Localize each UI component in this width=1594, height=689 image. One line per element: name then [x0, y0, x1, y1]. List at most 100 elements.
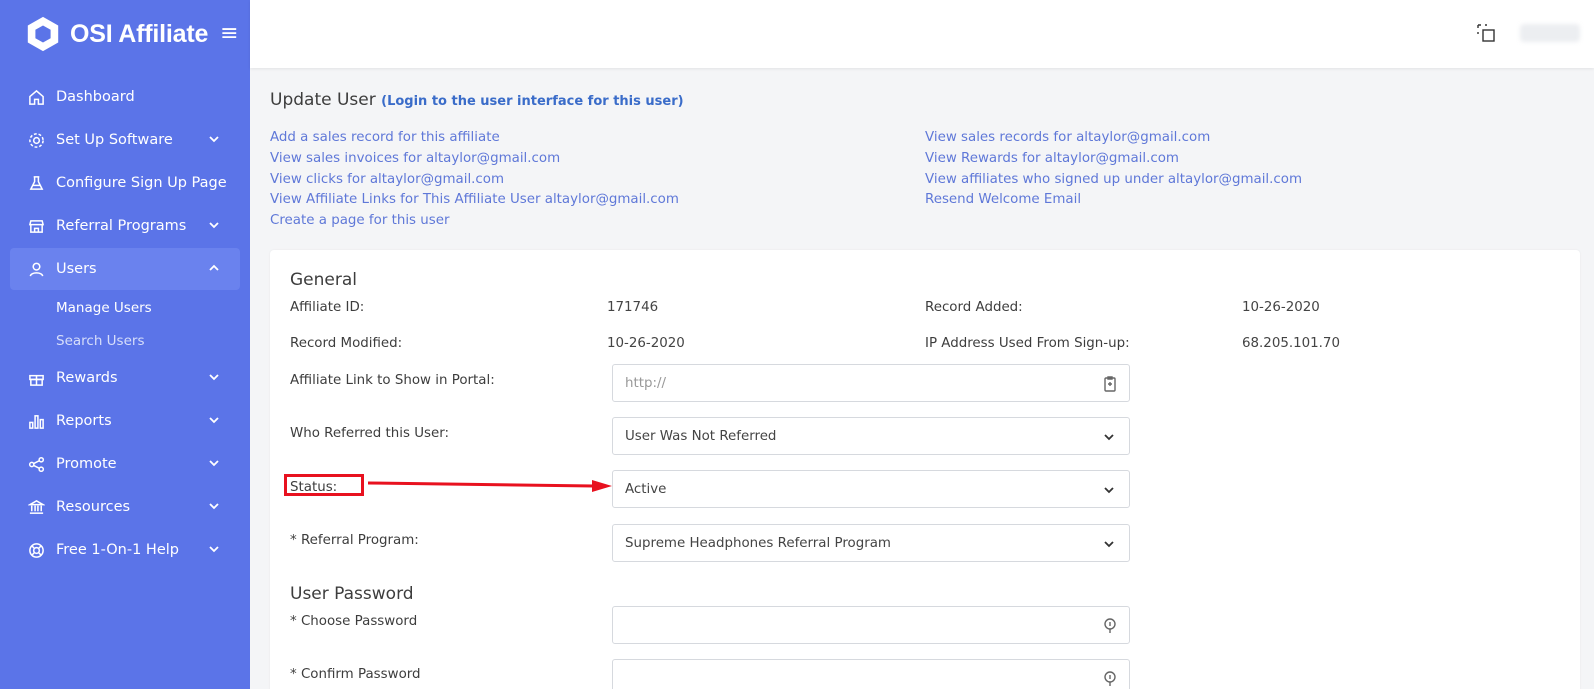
hamburger-menu-icon[interactable]: ≡: [220, 23, 238, 45]
status-highlight-box: [284, 474, 364, 496]
affiliate-link-label: Affiliate Link to Show in Portal:: [290, 373, 495, 388]
sidebar-subitem-label: Search Users: [56, 332, 145, 349]
share-icon: [27, 455, 45, 473]
view-sales-records-link[interactable]: View sales records for altaylor@gmail.co…: [925, 128, 1580, 149]
referral-program-select[interactable]: Supreme Headphones Referral Program: [612, 524, 1130, 562]
chevron-down-icon: [1103, 538, 1115, 550]
page-title-text: Update User: [270, 90, 376, 110]
referral-program-label: * Referral Program:: [290, 533, 419, 548]
home-icon: [27, 88, 45, 106]
user-icon: [27, 260, 45, 278]
choose-password-label: * Choose Password: [290, 614, 418, 629]
chevron-up-icon: [208, 262, 220, 274]
sidebar-item-label: Promote: [56, 456, 117, 472]
chevron-down-icon: [208, 543, 220, 555]
main-content: Update User (Login to the user interface…: [270, 68, 1580, 689]
ip-address-value: 68.205.101.70: [1242, 336, 1340, 351]
logo-icon: [27, 16, 59, 52]
sidebar-item-label: Resources: [56, 499, 131, 515]
resend-welcome-email-link[interactable]: Resend Welcome Email: [925, 190, 1580, 211]
choose-password-input[interactable]: [612, 606, 1130, 644]
record-modified-label: Record Modified:: [290, 336, 403, 351]
flask-icon: [27, 174, 45, 192]
login-as-user-link[interactable]: (Login to the user interface for this us…: [381, 94, 683, 109]
chevron-down-icon: [208, 457, 220, 469]
chevron-down-icon: [1103, 431, 1115, 443]
sidebar-item-promote[interactable]: Promote: [10, 443, 240, 485]
referred-by-value: User Was Not Referred: [625, 428, 777, 444]
sidebar-item-label: Dashboard: [56, 89, 135, 105]
sidebar-subitem-label: Manage Users: [56, 299, 152, 316]
record-modified-value: 10-26-2020: [607, 336, 685, 351]
user-avatar[interactable]: [1520, 24, 1580, 42]
fullscreen-icon[interactable]: [1476, 23, 1496, 43]
chevron-down-icon: [208, 371, 220, 383]
gift-icon: [27, 369, 45, 387]
add-sales-record-link[interactable]: Add a sales record for this affiliate: [270, 128, 925, 149]
record-added-value: 10-26-2020: [1242, 300, 1320, 315]
view-affiliate-links-link[interactable]: View Affiliate Links for This Affiliate …: [270, 190, 925, 211]
store-icon: [27, 217, 45, 235]
clipboard-icon: [1103, 376, 1117, 392]
password-key-icon: [1103, 618, 1117, 634]
bank-icon: [27, 498, 45, 516]
sidebar-item-rewards[interactable]: Rewards: [10, 357, 240, 399]
referral-program-value: Supreme Headphones Referral Program: [625, 535, 891, 551]
sidebar-item-label: Rewards: [56, 370, 118, 386]
referred-by-select[interactable]: User Was Not Referred: [612, 417, 1130, 455]
sidebar-item-label: Reports: [56, 413, 112, 429]
sidebar-item-dashboard[interactable]: Dashboard: [10, 76, 240, 118]
sidebar-item-configure-sign-up-page[interactable]: Configure Sign Up Page: [10, 162, 240, 204]
action-links: Add a sales record for this affiliate Vi…: [270, 128, 1580, 232]
sidebar-item-free-help[interactable]: Free 1-On-1 Help: [10, 529, 240, 571]
sidebar-subitem-search-users[interactable]: Search Users: [0, 324, 250, 357]
sidebar-item-users[interactable]: Users: [10, 248, 240, 290]
view-sales-invoices-link[interactable]: View sales invoices for altaylor@gmail.c…: [270, 149, 925, 170]
status-select[interactable]: Active: [612, 470, 1130, 508]
top-header: [250, 0, 1594, 68]
lifebuoy-icon: [27, 541, 45, 559]
sidebar-item-label: Referral Programs: [56, 218, 187, 234]
sidebar-item-referral-programs[interactable]: Referral Programs: [10, 205, 240, 247]
brand-name: OSI Affiliate: [70, 19, 209, 48]
affiliate-link-placeholder: http://: [625, 375, 667, 391]
sidebar-item-label: Free 1-On-1 Help: [56, 542, 179, 558]
bar-chart-icon: [27, 412, 45, 430]
sidebar-item-label: Configure Sign Up Page: [56, 175, 227, 191]
sidebar-item-resources[interactable]: Resources: [10, 486, 240, 528]
gear-icon: [27, 131, 45, 149]
sidebar-item-reports[interactable]: Reports: [10, 400, 240, 442]
affiliate-link-input[interactable]: http://: [612, 364, 1130, 402]
chevron-down-icon: [208, 500, 220, 512]
general-section-title: General: [290, 270, 357, 290]
chevron-down-icon: [208, 219, 220, 231]
brand: OSI Affiliate ≡: [0, 0, 250, 68]
chevron-down-icon: [208, 133, 220, 145]
sidebar-nav: Dashboard Set Up Software Configure Sign…: [0, 76, 250, 571]
sidebar: OSI Affiliate ≡ Dashboard Set Up Softwar…: [0, 0, 250, 689]
confirm-password-input[interactable]: [612, 659, 1130, 689]
sidebar-item-label: Set Up Software: [56, 132, 173, 148]
page-title: Update User (Login to the user interface…: [270, 90, 1580, 110]
action-links-right: View sales records for altaylor@gmail.co…: [925, 128, 1580, 232]
chevron-down-icon: [208, 414, 220, 426]
user-password-section-title: User Password: [290, 584, 414, 604]
sidebar-item-label: Users: [56, 261, 97, 277]
view-clicks-link[interactable]: View clicks for altaylor@gmail.com: [270, 170, 925, 191]
sidebar-subitem-manage-users[interactable]: Manage Users: [0, 291, 250, 324]
status-value: Active: [625, 481, 667, 497]
ip-address-label: IP Address Used From Sign-up:: [925, 336, 1130, 351]
create-page-link[interactable]: Create a page for this user: [270, 211, 925, 232]
referred-by-label: Who Referred this User:: [290, 426, 450, 441]
annotation-arrow-icon: [368, 480, 612, 492]
confirm-password-label: * Confirm Password: [290, 667, 421, 682]
view-signed-up-affiliates-link[interactable]: View affiliates who signed up under alta…: [925, 170, 1580, 191]
password-key-icon: [1103, 671, 1117, 687]
record-added-label: Record Added:: [925, 300, 1023, 315]
view-rewards-link[interactable]: View Rewards for altaylor@gmail.com: [925, 149, 1580, 170]
sidebar-item-set-up-software[interactable]: Set Up Software: [10, 119, 240, 161]
chevron-down-icon: [1103, 484, 1115, 496]
action-links-left: Add a sales record for this affiliate Vi…: [270, 128, 925, 232]
affiliate-id-value: 171746: [607, 300, 659, 315]
affiliate-id-label: Affiliate ID:: [290, 300, 365, 315]
